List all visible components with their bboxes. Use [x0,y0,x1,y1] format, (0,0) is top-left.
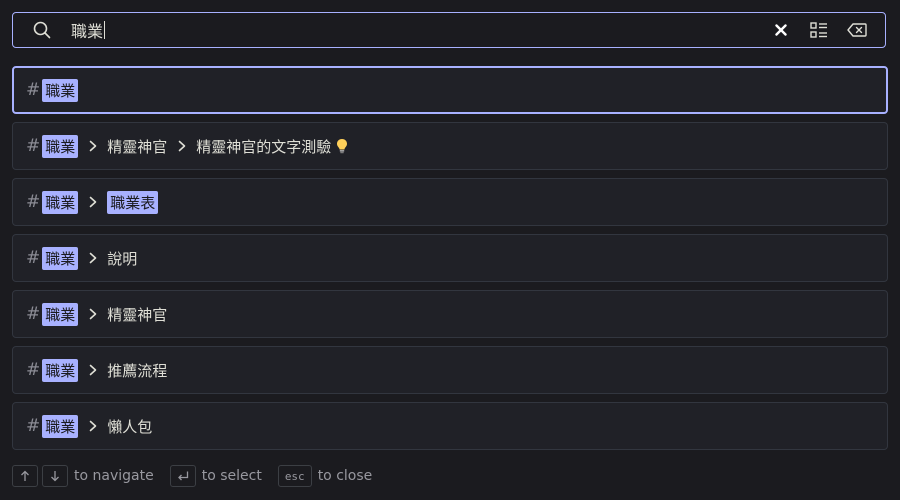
navigate-hint: to navigate [74,468,154,484]
result-path-segment: 精靈神官 [107,137,168,156]
result-match-highlight: 職業 [42,190,79,214]
chevron-right-icon [86,307,100,321]
lightbulb-icon [336,138,348,154]
search-result-item[interactable]: # 職業 職業表 [12,178,888,226]
select-hint: to select [201,468,262,484]
result-path-segment: 懶人包 [107,417,153,436]
close-hint: to close [317,468,373,484]
search-input-value: 職業 [71,22,104,41]
chevron-right-icon [86,139,100,153]
clear-icon[interactable] [769,18,793,42]
keyboard-hints-footer: to navigate to select esc to close [12,465,388,487]
chevron-right-icon [175,139,189,153]
esc-key: esc [277,465,312,487]
result-path-segment: 精靈神官 [107,305,168,324]
chevron-right-icon [86,363,100,377]
result-path-segment: 說明 [107,249,138,268]
result-match-highlight: 職業 [42,358,79,382]
search-result-item[interactable]: # 職業 推薦流程 [12,346,888,394]
chevron-right-icon [86,195,100,209]
chevron-right-icon [86,251,100,265]
result-path-segment: 推薦流程 [107,361,168,380]
search-result-item[interactable]: # 職業 說明 [12,234,888,282]
result-match-highlight: 職業 [42,302,79,326]
search-result-item[interactable]: # 職業 [12,66,888,114]
result-path-segment-highlight: 職業表 [107,190,159,214]
result-match-highlight: 職業 [42,414,79,438]
result-match-highlight: 職業 [42,78,79,102]
search-icon [31,19,53,41]
search-results-list: # 職業 # 職業 精靈神官 精靈神官的文字測驗 # 職業 職業表 # 職業 說… [12,66,888,458]
chevron-right-icon [86,419,100,433]
detailed-list-icon[interactable] [807,18,831,42]
search-result-item[interactable]: # 職業 精靈神官 [12,290,888,338]
result-match-highlight: 職業 [42,134,79,158]
result-match-highlight: 職業 [42,246,79,270]
result-path-segment: 精靈神官的文字測驗 [196,137,332,156]
heading-hash-icon: # [26,80,41,100]
enter-key-icon [169,465,196,487]
search-result-item[interactable]: # 職業 精靈神官 精靈神官的文字測驗 [12,122,888,170]
arrow-up-key-icon [12,465,38,487]
text-caret [104,21,106,39]
search-bar[interactable]: 職業 [12,12,886,48]
search-input[interactable]: 職業 [71,18,755,42]
search-result-item[interactable]: # 職業 懶人包 [12,402,888,450]
backspace-icon[interactable] [845,18,869,42]
heading-hash-icon: # [26,304,41,324]
heading-hash-icon: # [26,248,41,268]
heading-hash-icon: # [26,360,41,380]
heading-hash-icon: # [26,136,41,156]
heading-hash-icon: # [26,416,41,436]
arrow-down-key-icon [42,465,68,487]
heading-hash-icon: # [26,192,41,212]
